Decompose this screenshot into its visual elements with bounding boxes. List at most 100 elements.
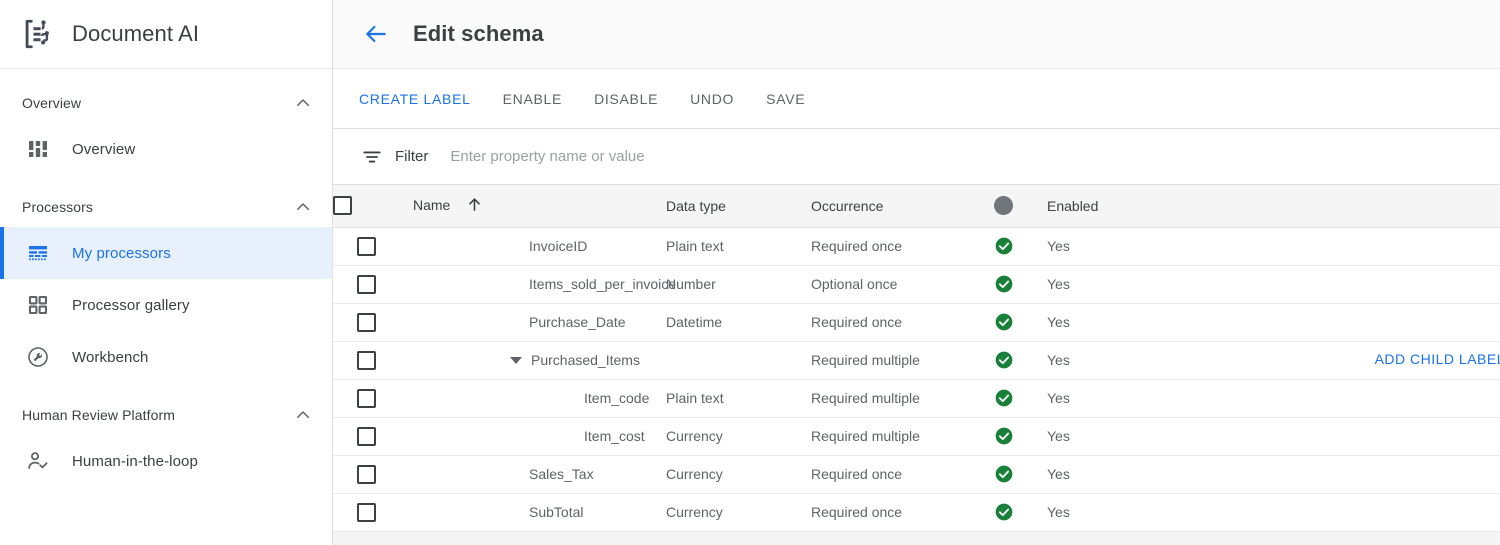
person-check-icon — [26, 449, 50, 473]
row-enabled: Yes — [1047, 390, 1070, 406]
row-occurrence: Required once — [811, 238, 903, 254]
nav-spacer-1 — [0, 175, 332, 187]
nav-group-overview[interactable]: Overview — [0, 83, 332, 123]
row-data-type: Currency — [666, 504, 723, 520]
column-header-name[interactable]: Name — [413, 185, 666, 228]
column-header-data-type[interactable]: Data type — [666, 185, 811, 228]
status-check-icon — [994, 388, 1014, 408]
arrow-left-icon[interactable] — [363, 21, 389, 47]
nav-group-human-review-platform[interactable]: Human Review Platform — [0, 395, 332, 435]
sidebar-item-my-processors[interactable]: My processors — [0, 227, 332, 279]
row-actions-cell — [1193, 303, 1500, 341]
row-select-cell — [333, 227, 413, 265]
column-header-occurrence[interactable]: Occurrence — [811, 185, 994, 228]
row-name: Item_code — [584, 390, 650, 406]
status-check-icon — [994, 464, 1014, 484]
sidebar-item-human-in-the-loop[interactable]: Human-in-the-loop — [0, 435, 332, 487]
chevron-up-icon[interactable] — [294, 198, 312, 216]
row-status-cell — [994, 303, 1047, 341]
nav-spacer-2 — [0, 383, 332, 395]
column-header-name-label: Name — [413, 196, 451, 213]
status-check-icon — [994, 426, 1014, 446]
add-child-label-button[interactable]: ADD CHILD LABEL — [1375, 351, 1500, 367]
save-button[interactable]: SAVE — [750, 82, 821, 116]
sidebar-item-human-in-the-loop-label: Human-in-the-loop — [72, 452, 198, 470]
row-select-cell — [333, 265, 413, 303]
arrow-up-icon[interactable] — [466, 198, 483, 216]
disable-button[interactable]: DISABLE — [578, 82, 674, 116]
sidebar-item-overview[interactable]: Overview — [0, 123, 332, 175]
row-name: Item_cost — [584, 428, 645, 444]
filter-icon[interactable] — [361, 146, 383, 168]
table-row[interactable]: Purchase_Date Datetime Required once Yes — [333, 303, 1500, 341]
table-row[interactable]: Sales_Tax Currency Required once Yes — [333, 455, 1500, 493]
create-label-button[interactable]: CREATE LABEL — [343, 82, 487, 116]
sidebar-item-processor-gallery-label: Processor gallery — [72, 296, 190, 314]
row-data-type: Currency — [666, 428, 723, 444]
table-header-row: Name Data type Occurrence Enabled — [333, 185, 1500, 228]
filter-label: Filter — [395, 148, 429, 165]
select-all-checkbox[interactable] — [333, 196, 352, 216]
row-select-cell — [333, 493, 413, 531]
row-enabled: Yes — [1047, 428, 1070, 444]
column-header-enabled-label: Enabled — [1047, 197, 1099, 214]
document-ai-logo-icon — [20, 17, 54, 51]
row-checkbox[interactable] — [357, 502, 376, 522]
column-header-occurrence-label: Occurrence — [811, 197, 884, 214]
row-name: Purchase_Date — [529, 314, 626, 330]
row-enabled: Yes — [1047, 352, 1070, 368]
sidebar-nav: Overview Overview Processors My processo… — [0, 69, 332, 487]
sidebar-item-workbench[interactable]: Workbench — [0, 331, 332, 383]
filter-input[interactable] — [450, 148, 1091, 165]
row-select-cell — [333, 341, 413, 379]
table-row[interactable]: Item_cost Currency Required multiple Yes — [333, 417, 1500, 455]
row-name-cell: Purchased_Items — [413, 341, 666, 379]
enable-button[interactable]: ENABLE — [487, 82, 578, 116]
chevron-up-icon[interactable] — [294, 406, 312, 424]
table-row[interactable]: Items_sold_per_invoice Number Optional onc… — [333, 265, 1500, 303]
expand-triangle-icon[interactable] — [510, 356, 522, 364]
column-header-enabled[interactable]: Enabled — [1047, 185, 1193, 228]
row-checkbox[interactable] — [357, 388, 376, 408]
table-row[interactable]: Purchased_Items Required multiple Yes ADD C… — [333, 341, 1500, 379]
grid-icon — [26, 293, 50, 317]
row-checkbox[interactable] — [357, 350, 376, 370]
table-row[interactable]: Item_code Plain text Required multiple Yes — [333, 379, 1500, 417]
row-checkbox[interactable] — [357, 274, 376, 294]
row-status-cell — [994, 341, 1047, 379]
row-occurrence: Required multiple — [811, 352, 920, 368]
row-name: Purchased_Items — [531, 352, 640, 368]
nav-group-processors[interactable]: Processors — [0, 187, 332, 227]
row-checkbox[interactable] — [357, 236, 376, 256]
row-select-cell — [333, 379, 413, 417]
row-actions-cell — [1193, 455, 1500, 493]
table-row[interactable]: SubTotal Currency Required once Yes — [333, 493, 1500, 531]
chevron-up-icon[interactable] — [294, 94, 312, 112]
dashboard-icon — [26, 137, 50, 161]
row-occurrence: Required once — [811, 504, 903, 520]
row-checkbox[interactable] — [357, 426, 376, 446]
row-name-cell: Sales_Tax — [413, 455, 666, 493]
row-checkbox[interactable] — [357, 312, 376, 332]
row-status-cell — [994, 379, 1047, 417]
wrench-circle-icon — [26, 345, 50, 369]
document-ai-app: Document AI Overview Overview Processors… — [0, 0, 1500, 545]
page-header: Edit schema — [333, 0, 1500, 69]
table-footer — [333, 531, 1500, 545]
column-header-data-type-label: Data type — [666, 197, 726, 214]
row-data-type: Currency — [666, 466, 723, 482]
row-status-cell — [994, 455, 1047, 493]
undo-button[interactable]: UNDO — [674, 82, 750, 116]
sidebar-item-overview-label: Overview — [72, 140, 136, 158]
row-actions-cell: ADD CHILD LABEL — [1193, 341, 1500, 379]
table-row[interactable]: InvoiceID Plain text Required once Yes — [333, 227, 1500, 265]
row-data-type: Plain text — [666, 390, 724, 406]
filter-bar: Filter — [333, 129, 1500, 185]
row-checkbox[interactable] — [357, 464, 376, 484]
sidebar-item-processor-gallery[interactable]: Processor gallery — [0, 279, 332, 331]
row-name: InvoiceID — [529, 238, 588, 254]
row-enabled: Yes — [1047, 276, 1070, 292]
row-data-type — [666, 341, 811, 379]
row-occurrence: Required multiple — [811, 428, 920, 444]
row-name-cell: Purchase_Date — [413, 303, 666, 341]
